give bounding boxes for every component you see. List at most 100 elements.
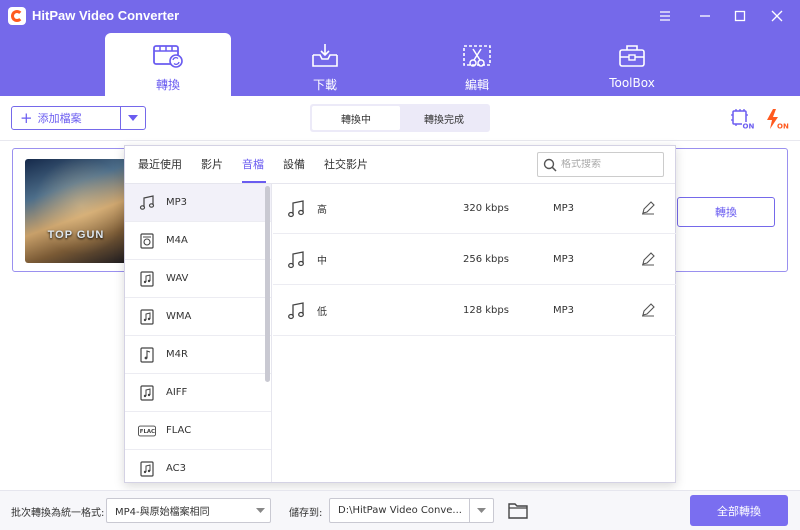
format-item-flac[interactable]: FLAC FLAC (125, 412, 271, 450)
edit-pencil-icon[interactable] (641, 303, 655, 317)
download-tray-icon (309, 43, 341, 69)
music-note-icon (288, 200, 304, 218)
batch-format-select[interactable]: MP4-與原始檔案相同 (106, 498, 271, 523)
active-tab-indicator (242, 181, 266, 183)
tab-device[interactable]: 設備 (283, 156, 305, 172)
maximize-icon[interactable] (730, 6, 750, 26)
nav-tab-toolbox[interactable]: ToolBox (569, 33, 695, 96)
nav-tab-label: 轉換 (155, 78, 180, 92)
quality-row-high[interactable]: 高 320 kbps MP3 (273, 184, 676, 234)
format-category-tabs: 最近使用 影片 音檔 設備 社交影片 (125, 146, 675, 184)
nav-tab-edit[interactable]: 編輯 (414, 33, 540, 96)
quality-name: 中 (317, 256, 327, 267)
quality-format: MP3 (553, 203, 575, 214)
chevron-down-icon (128, 115, 138, 121)
title-bar: HitPaw Video Converter (0, 0, 800, 32)
nav-tab-convert[interactable]: 轉換 (105, 33, 231, 96)
quality-name: 高 (317, 205, 327, 216)
edit-pencil-icon[interactable] (641, 201, 655, 215)
format-item-m4a[interactable]: M4A (125, 222, 271, 260)
format-item-wma[interactable]: WMA (125, 298, 271, 336)
toolbar-divider (0, 140, 800, 141)
format-list-scrollbar[interactable] (265, 186, 270, 382)
quality-bitrate: 128 kbps (463, 305, 509, 316)
format-search-box (537, 152, 664, 177)
quality-row-low[interactable]: 低 128 kbps MP3 (273, 286, 676, 336)
add-files-label: 添加檔案 (37, 112, 82, 125)
flac-icon: FLAC (138, 422, 156, 440)
tab-social[interactable]: 社交影片 (324, 156, 368, 172)
nav-tab-download[interactable]: 下載 (262, 33, 388, 96)
quality-bitrate: 320 kbps (463, 203, 509, 214)
svg-text:FLAC: FLAC (140, 429, 155, 435)
nav-tab-label: 編輯 (464, 78, 489, 92)
lightning-speed-icon[interactable]: ON (764, 108, 789, 131)
folder-icon[interactable] (508, 502, 528, 519)
tab-converting[interactable]: 轉換中 (312, 106, 400, 130)
format-item-wav[interactable]: WAV (125, 260, 271, 298)
chevron-down-icon (250, 499, 270, 522)
format-label: WMA (166, 311, 192, 322)
audio-file-icon (138, 270, 156, 288)
format-item-m4r[interactable]: M4R (125, 336, 271, 374)
format-selector-popup: 最近使用 影片 音檔 設備 社交影片 MP3 M4A WAV WMA M4R (124, 145, 676, 483)
format-label: AC3 (166, 463, 187, 474)
music-note-icon (138, 194, 156, 212)
format-list: MP3 M4A WAV WMA M4R AIFF FLAC FLAC AC3 (125, 184, 272, 482)
search-icon (543, 158, 557, 172)
convert-button[interactable]: 轉換 (677, 197, 775, 227)
quality-format: MP3 (553, 254, 575, 265)
format-label: M4A (166, 235, 188, 246)
convert-all-button[interactable]: 全部轉換 (690, 495, 788, 526)
format-item-ac3[interactable]: AC3 (125, 450, 271, 482)
svg-text:ON: ON (777, 123, 789, 131)
edit-pencil-icon[interactable] (641, 252, 655, 266)
tab-converted[interactable]: 轉換完成 (400, 106, 488, 130)
music-note-icon (288, 251, 304, 269)
audio-file-icon (138, 384, 156, 402)
conversion-status-toggle: 轉換中 轉換完成 (310, 104, 490, 132)
tab-audio[interactable]: 音檔 (242, 156, 264, 172)
save-to-label: 儲存到: (289, 508, 323, 519)
hardware-acceleration-icon[interactable]: ON (730, 108, 755, 131)
add-files-dropdown[interactable] (120, 106, 146, 130)
nav-tab-label: 下載 (312, 78, 337, 92)
batch-format-value: MP4-與原始檔案相同 (115, 507, 210, 518)
film-convert-icon (152, 43, 184, 69)
close-icon[interactable] (767, 6, 787, 26)
tab-video[interactable]: 影片 (201, 156, 223, 172)
plus-icon: + (20, 108, 33, 127)
toolbox-icon (616, 43, 648, 69)
music-note-icon (288, 302, 304, 320)
format-search-input[interactable] (561, 159, 656, 170)
save-path-value: D:\HitPaw Video Conve... (338, 505, 462, 516)
audio-file-icon (138, 460, 156, 478)
thumbnail-title: TOP GUN (47, 229, 105, 241)
format-item-aiff[interactable]: AIFF (125, 374, 271, 412)
top-bar: HitPaw Video Converter 轉換 下載 編輯 ToolBox (0, 0, 800, 96)
format-label: AIFF (166, 387, 188, 398)
nav-tab-label: ToolBox (609, 76, 655, 90)
save-path-select[interactable]: D:\HitPaw Video Conve... (329, 498, 494, 523)
audio-file-icon (138, 308, 156, 326)
format-label: MP3 (166, 197, 188, 208)
format-label: M4R (166, 349, 188, 360)
quality-format: MP3 (553, 305, 575, 316)
audio-file-icon (138, 232, 156, 250)
svg-text:ON: ON (743, 123, 755, 131)
audio-file-icon (138, 346, 156, 364)
chevron-down-icon (469, 499, 493, 522)
menu-icon[interactable] (655, 6, 675, 26)
app-logo-icon (8, 7, 26, 25)
quality-row-medium[interactable]: 中 256 kbps MP3 (273, 235, 676, 285)
format-item-mp3[interactable]: MP3 (125, 184, 271, 222)
minimize-icon[interactable] (695, 6, 715, 26)
app-title: HitPaw Video Converter (32, 8, 180, 23)
format-label: FLAC (166, 425, 192, 436)
add-files-button[interactable]: + 添加檔案 (11, 106, 121, 130)
quality-bitrate: 256 kbps (463, 254, 509, 265)
scissors-edit-icon (461, 43, 493, 69)
tab-recent[interactable]: 最近使用 (138, 156, 182, 172)
batch-format-label: 批次轉換為統一格式: (11, 508, 105, 519)
quality-name: 低 (317, 307, 327, 318)
